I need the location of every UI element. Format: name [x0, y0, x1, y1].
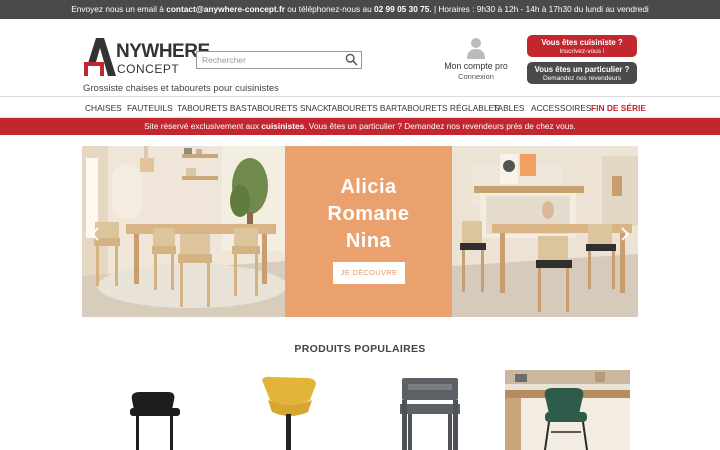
notice-suffix: . Vous êtes un particulier ? Demandez no…	[304, 121, 576, 131]
contact-email-link[interactable]: contact@anywhere-concept.fr	[166, 4, 285, 14]
nav-item-accessoires[interactable]: ACCESSOIRES	[531, 97, 592, 119]
site-header: NYWHERE CONCEPT Grossiste chaises et tab…	[0, 19, 720, 96]
nav-item-tabourets-bas[interactable]: TABOURETS BAS	[177, 97, 247, 119]
product-card-black-bar-stool[interactable]	[110, 370, 200, 450]
login-link[interactable]: Connexion	[442, 72, 510, 81]
carousel-next-icon[interactable]	[620, 227, 630, 241]
search-icon[interactable]	[345, 53, 358, 66]
top-info-bar: Envoyez nous un email à contact@anywhere…	[0, 0, 720, 19]
notice-bold: cuisinistes	[261, 121, 305, 131]
product-card-green-stool-kitchen[interactable]	[505, 370, 630, 450]
nav-item-chaises[interactable]: CHAISES	[85, 97, 122, 119]
hero-carousel: Alicia Romane Nina JE DÉCOUVRE	[82, 146, 638, 317]
nav-item-tables[interactable]: TABLES	[493, 97, 525, 119]
hero-product-name-1: Alicia	[340, 176, 397, 198]
dining-room-image-left	[82, 146, 285, 317]
search-input[interactable]: Rechercher	[196, 51, 362, 69]
nav-item-fin-de-serie[interactable]: FIN DE SÉRIE	[591, 97, 646, 119]
popular-products-title: PRODUITS POPULAIRES	[294, 343, 426, 355]
main-navigation: CHAISES FAUTEUILS TABOURETS BAS TABOURET…	[0, 96, 720, 118]
cuisiniste-signup-button[interactable]: Vous êtes cuisiniste ? Inscrivez-vous !	[527, 35, 637, 57]
contact-prefix: Envoyez nous un email à	[71, 4, 167, 14]
nav-item-fauteuils[interactable]: FAUTEUILS	[127, 97, 173, 119]
product-card-yellow-swivel-stool[interactable]	[250, 370, 330, 450]
discover-button[interactable]: JE DÉCOUVRE	[333, 262, 405, 284]
logo-subtitle: CONCEPT	[117, 62, 180, 76]
account-title[interactable]: Mon compte pro	[442, 61, 510, 71]
notice-banner: Site réservé exclusivement aux cuisinist…	[0, 118, 720, 135]
account-icon[interactable]	[466, 37, 486, 59]
phone-link[interactable]: 02 99 05 30 75.	[374, 4, 432, 14]
particulier-button-subtitle: Demandez nos revendeurs	[542, 75, 622, 82]
particulier-resellers-button[interactable]: Vous êtes un particulier ? Demandez nos …	[527, 62, 637, 84]
product-card-grey-bar-chair[interactable]	[390, 370, 470, 450]
hero-promo-panel: Alicia Romane Nina JE DÉCOUVRE	[285, 146, 452, 317]
carousel-prev-icon[interactable]	[90, 227, 100, 241]
cuisiniste-button-subtitle: Inscrivez-vous !	[559, 48, 605, 55]
dining-room-image-right	[452, 146, 638, 317]
nav-item-tabourets-bar[interactable]: TABOURETS BAR	[327, 97, 397, 119]
nav-item-tabourets-reglables[interactable]: TABOURETS RÉGLABLES	[397, 97, 500, 119]
hero-product-name-3: Nina	[345, 230, 392, 252]
cuisiniste-button-title: Vous êtes cuisiniste ?	[541, 38, 623, 47]
opening-hours: | Horaires : 9h30 à 12h - 14h à 17h30 du…	[431, 4, 649, 14]
nav-item-tabourets-snack[interactable]: TABOURETS SNACK	[247, 97, 329, 119]
hero-product-name-2: Romane	[327, 203, 410, 225]
particulier-button-title: Vous êtes un particulier ?	[534, 65, 630, 74]
phone-prefix: ou téléphonez-nous au	[284, 4, 374, 14]
tagline: Grossiste chaises et tabourets pour cuis…	[83, 83, 279, 94]
notice-prefix: Site réservé exclusivement aux	[144, 121, 262, 131]
